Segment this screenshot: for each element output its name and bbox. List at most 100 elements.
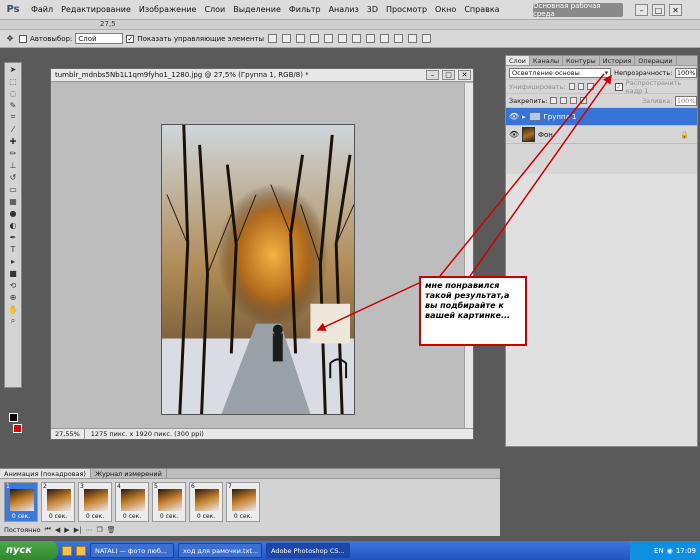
distribute-bottom-icon[interactable] — [380, 34, 390, 43]
blend-mode-select[interactable]: Осветление основы — [509, 67, 612, 78]
show-controls-checkbox[interactable] — [126, 34, 135, 43]
workspace-button[interactable]: Основная рабочая среда — [533, 2, 623, 18]
autoselect-select[interactable]: Слой — [75, 33, 124, 44]
doc-maximize-icon[interactable]: □ — [442, 70, 455, 80]
frame-delay[interactable]: 0 сек. — [5, 513, 37, 520]
doc-minimize-icon[interactable]: – — [426, 70, 439, 80]
lock-pixels-icon[interactable] — [560, 97, 568, 104]
animation-frame[interactable]: 3 0 сек. — [78, 482, 112, 522]
animation-frame[interactable]: 7 0 сек. — [226, 482, 260, 522]
frame-delay[interactable]: 0 сек. — [42, 513, 74, 520]
eyedropper-icon[interactable]: ⁄ — [6, 124, 20, 134]
menu-3d[interactable]: 3D — [363, 5, 382, 14]
path-select-icon[interactable]: ▸ — [6, 256, 20, 266]
document-vertical-scrollbar[interactable] — [464, 83, 473, 428]
unify-style-icon[interactable] — [587, 83, 594, 90]
menu-layers[interactable]: Слои — [200, 5, 229, 14]
distribute-top-icon[interactable] — [352, 34, 362, 43]
next-frame-icon[interactable]: ▶| — [74, 526, 82, 534]
history-brush-icon[interactable]: ↺ — [6, 172, 20, 182]
move-icon[interactable]: ➤ — [6, 64, 20, 74]
minimize-icon[interactable]: – — [635, 4, 648, 16]
prev-frame-icon[interactable]: ◀ — [55, 526, 60, 534]
animation-frame[interactable]: 5 0 сек. — [152, 482, 186, 522]
layer-name[interactable]: Группа 1 — [544, 113, 577, 121]
frame-delay[interactable]: 0 сек. — [153, 513, 185, 520]
lock-all-icon[interactable] — [580, 97, 587, 104]
gradient-icon[interactable]: ▦ — [6, 196, 20, 206]
fill-field[interactable]: 100% — [675, 95, 697, 106]
animation-frame[interactable]: 6 0 сек. — [189, 482, 223, 522]
eraser-icon[interactable]: ▭ — [6, 184, 20, 194]
tab-paths[interactable]: Контуры — [563, 56, 600, 65]
clone-stamp-icon[interactable]: ⊥ — [6, 160, 20, 170]
task-browser[interactable]: NATALI — фото люб... — [90, 543, 174, 558]
menu-file[interactable]: Файл — [27, 5, 57, 14]
layer-background[interactable]: 👁 Фон 🔒 — [506, 126, 697, 144]
tab-actions[interactable]: Операции — [635, 56, 677, 65]
tab-history[interactable]: История — [600, 56, 636, 65]
distribute-left-icon[interactable] — [394, 34, 404, 43]
visibility-eye-icon[interactable]: 👁 — [509, 112, 519, 121]
animation-frame[interactable]: 4 0 сек. — [115, 482, 149, 522]
foreground-color-swatch[interactable] — [9, 413, 18, 422]
play-icon[interactable]: ▶ — [64, 526, 69, 534]
align-hcenter-icon[interactable] — [324, 34, 334, 43]
frame-delay[interactable]: 0 сек. — [79, 513, 111, 520]
align-left-icon[interactable] — [310, 34, 320, 43]
opacity-field[interactable]: 100% — [675, 67, 697, 78]
zoom-level-label[interactable]: 27,5 — [100, 20, 116, 28]
tween-icon[interactable]: ⋯ — [85, 526, 92, 534]
unify-visibility-icon[interactable] — [578, 83, 585, 90]
move-tool-icon[interactable]: ✥ — [4, 34, 16, 44]
crop-icon[interactable]: ⌗ — [6, 112, 20, 122]
menu-view[interactable]: Просмотр — [382, 5, 431, 14]
menu-window[interactable]: Окно — [431, 5, 460, 14]
3d-orbit-icon[interactable]: ⊕ — [6, 292, 20, 302]
tab-measurement-log[interactable]: Журнал измерений — [91, 469, 167, 478]
pen-icon[interactable]: ✒ — [6, 232, 20, 242]
hand-icon[interactable]: ✋ — [6, 304, 20, 314]
align-top-icon[interactable] — [268, 34, 278, 43]
align-vcenter-icon[interactable] — [282, 34, 292, 43]
marquee-icon[interactable]: ⬚ — [6, 76, 20, 86]
task-photoshop[interactable]: Adobe Photoshop CS... — [266, 543, 350, 558]
tab-channels[interactable]: Каналы — [530, 56, 564, 65]
quicklaunch-icon[interactable] — [76, 545, 86, 556]
menu-filter[interactable]: Фильтр — [285, 5, 325, 14]
expand-arrow-icon[interactable]: ▸ — [522, 113, 526, 121]
menu-edit[interactable]: Редактирование — [57, 5, 135, 14]
tab-layers[interactable]: Слои — [506, 56, 530, 65]
lock-transparency-icon[interactable] — [550, 97, 558, 104]
zoom-icon[interactable]: ⌕ — [6, 316, 20, 326]
menu-image[interactable]: Изображение — [135, 5, 201, 14]
layer-group-1[interactable]: 👁 ▸ Группа 1 — [506, 108, 697, 126]
task-notepad[interactable]: ход для рамочки.txt... — [178, 543, 262, 558]
quick-select-icon[interactable]: ✎ — [6, 100, 20, 110]
unify-position-icon[interactable] — [568, 83, 576, 90]
document-titlebar[interactable]: tumblr_mdnbs5Nb1L1qm9fyho1_1280.jpg @ 27… — [51, 69, 473, 82]
layer-name[interactable]: Фон — [538, 131, 553, 139]
distribute-vcenter-icon[interactable] — [366, 34, 376, 43]
animation-frame[interactable]: 2 0 сек. — [41, 482, 75, 522]
autoselect-checkbox[interactable] — [19, 34, 27, 43]
background-color-swatch[interactable] — [13, 424, 22, 433]
3d-rotate-icon[interactable]: ⟲ — [6, 280, 20, 290]
quicklaunch-icon[interactable] — [62, 545, 72, 556]
loop-select[interactable]: Постоянно — [4, 526, 41, 534]
frame-delay[interactable]: 0 сек. — [190, 513, 222, 520]
healing-brush-icon[interactable]: ✚ — [6, 136, 20, 146]
duplicate-frame-icon[interactable]: ❐ — [96, 526, 102, 534]
align-bottom-icon[interactable] — [296, 34, 306, 43]
animation-frame[interactable]: 1 0 сек. — [4, 482, 38, 522]
tab-animation[interactable]: Анимация (покадровая) — [0, 469, 91, 478]
dodge-icon[interactable]: ◐ — [6, 220, 20, 230]
language-indicator[interactable]: EN — [654, 547, 664, 555]
brush-icon[interactable]: ✏ — [6, 148, 20, 158]
menu-select[interactable]: Выделение — [229, 5, 285, 14]
distribute-right-icon[interactable] — [422, 34, 432, 43]
document-canvas[interactable] — [51, 83, 465, 428]
close-icon[interactable]: ✕ — [669, 4, 682, 16]
tray-icon[interactable]: ◉ — [667, 547, 673, 555]
menu-analysis[interactable]: Анализ — [325, 5, 363, 14]
